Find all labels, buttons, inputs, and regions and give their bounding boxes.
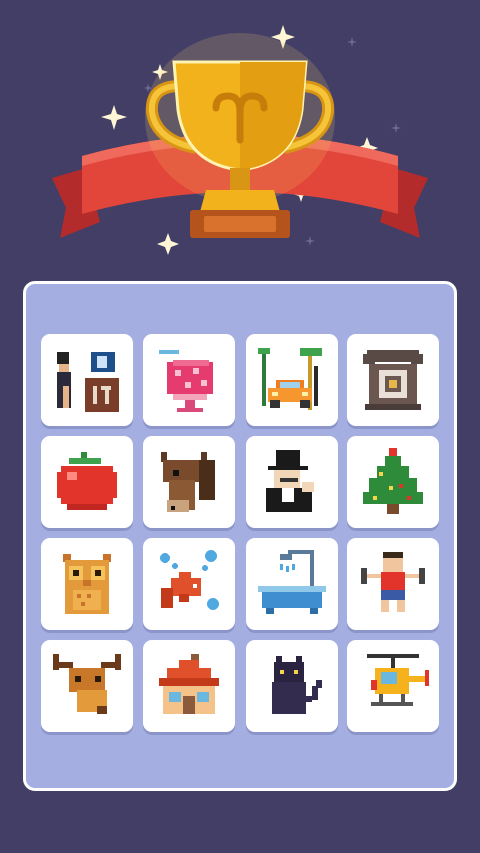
helicopter-icon (367, 654, 429, 706)
puzzle-tile-boy-with-dumbbells[interactable] (347, 538, 439, 630)
bathtub-with-shower-icon (258, 550, 326, 614)
sparkle-icon (101, 105, 127, 130)
puzzle-tile-bathtub-with-shower[interactable] (246, 538, 338, 630)
ice-cream-sundae-icon (159, 350, 213, 412)
car-with-palm-trees-icon (258, 348, 322, 410)
puzzle-tile-man-in-top-hat[interactable] (246, 436, 338, 528)
christmas-tree-icon (363, 448, 423, 514)
puzzle-tile-helicopter[interactable] (347, 640, 439, 732)
puzzle-tile-black-cat[interactable] (246, 640, 338, 732)
puzzle-tile-moose[interactable] (41, 640, 133, 732)
horse-head-icon (161, 452, 215, 512)
puzzle-tile-tomato[interactable] (41, 436, 133, 528)
sparkle-icon (391, 123, 401, 133)
puzzle-tile-horse-head[interactable] (143, 436, 235, 528)
sparkle-icon (305, 236, 315, 246)
puzzle-tile-person-with-signs[interactable] (41, 334, 133, 426)
man-in-top-hat-icon (266, 450, 314, 512)
puzzle-tile-goldfish-with-bubbles[interactable] (143, 538, 235, 630)
black-cat-icon (272, 656, 322, 714)
puzzle-tile-rotary-telephone[interactable] (347, 334, 439, 426)
puzzle-tile-car-with-palm-trees[interactable] (246, 334, 338, 426)
rotary-telephone-icon (363, 350, 423, 410)
sparkle-icon (347, 37, 357, 47)
puzzle-tile-owl[interactable] (41, 538, 133, 630)
boy-with-dumbbells-icon (361, 552, 425, 612)
puzzle-tile-house[interactable] (143, 640, 235, 732)
trophy-icon (145, 33, 335, 238)
moose-icon (53, 654, 121, 714)
trophy-banner (52, 25, 428, 255)
goldfish-with-bubbles-icon (160, 550, 219, 610)
sparkle-icon (157, 233, 179, 255)
puzzle-tile-ice-cream-sundae[interactable] (143, 334, 235, 426)
person-with-signs-icon (57, 352, 119, 412)
puzzle-tile-christmas-tree[interactable] (347, 436, 439, 528)
house-icon (159, 654, 219, 714)
tomato-icon (57, 452, 117, 510)
owl-icon (63, 554, 111, 614)
picture-gallery (23, 281, 457, 791)
